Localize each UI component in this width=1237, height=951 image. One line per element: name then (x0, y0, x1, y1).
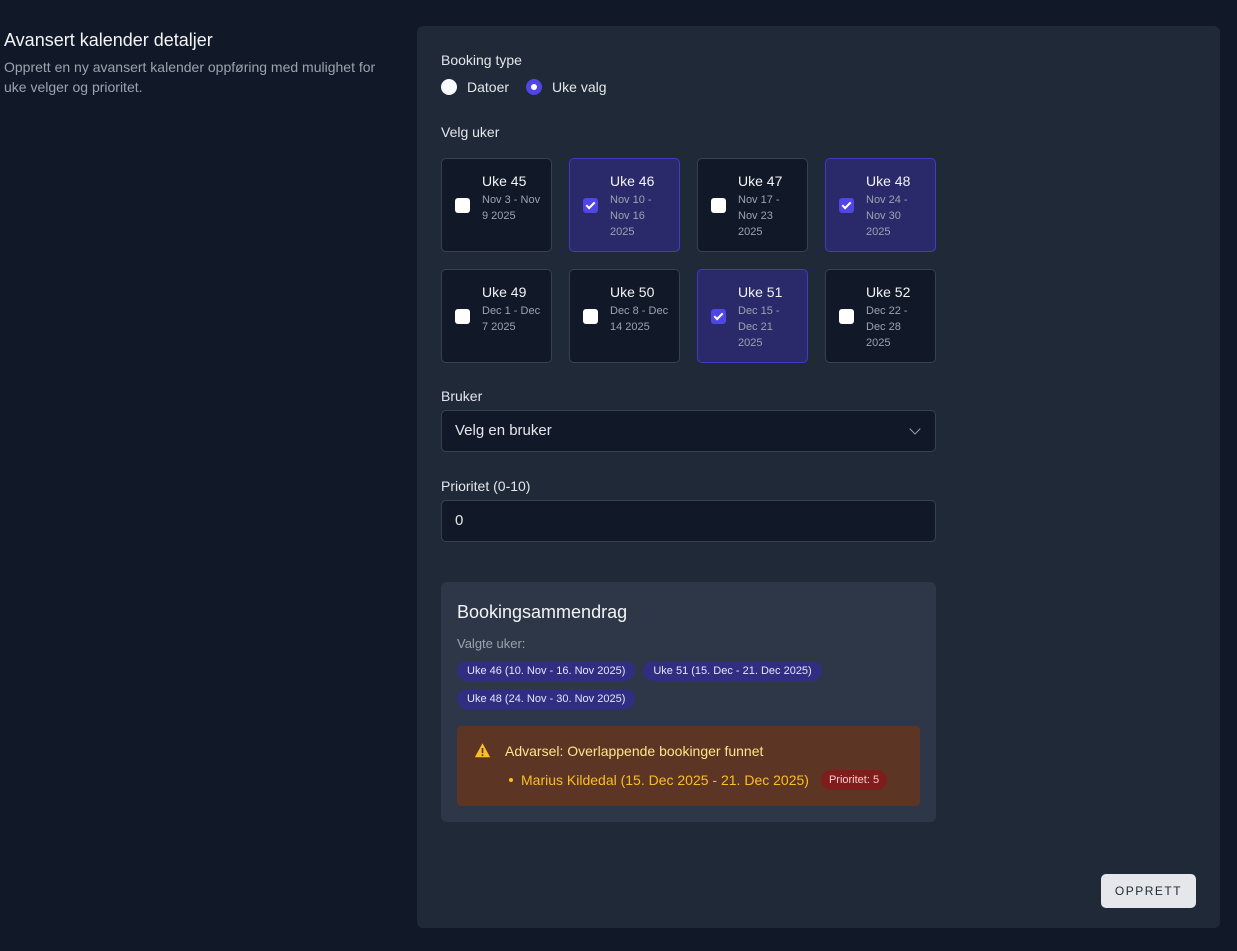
week-checkbox[interactable] (711, 198, 726, 213)
user-select[interactable]: Velg en bruker (441, 410, 936, 452)
page-intro: Avansert kalender detaljer Opprett en ny… (4, 29, 399, 97)
week-title: Uke 51 (738, 284, 783, 300)
week-card-46[interactable]: Uke 46 Nov 10 - Nov 16 2025 (569, 158, 680, 252)
week-range: Nov 3 - Nov 9 2025 (482, 194, 541, 222)
priority-label: Prioritet (0-10) (441, 478, 531, 494)
week-title: Uke 48 (866, 173, 911, 189)
warning-item: Marius Kildedal (15. Dec 2025 - 21. Dec … (509, 770, 888, 790)
week-title: Uke 52 (866, 284, 911, 300)
week-card-47[interactable]: Uke 47 Nov 17 - Nov 23 2025 (697, 158, 808, 252)
week-chip: Uke 51 (15. Dec - 21. Dec 2025) (643, 661, 822, 681)
selected-weeks-chips: Uke 46 (10. Nov - 16. Nov 2025) Uke 51 (… (457, 661, 927, 709)
week-range: Nov 10 - Nov 16 2025 (610, 194, 652, 238)
week-grid: Uke 45 Nov 3 - Nov 9 2025 Uke 46 Nov 10 … (441, 158, 936, 363)
week-range: Nov 24 - Nov 30 2025 (866, 194, 908, 238)
booking-type-radio-group: Datoer Uke valg (441, 79, 607, 95)
priority-input[interactable]: 0 (441, 500, 936, 542)
week-card-51[interactable]: Uke 51 Dec 15 - Dec 21 2025 (697, 269, 808, 363)
week-card-50[interactable]: Uke 50 Dec 8 - Dec 14 2025 (569, 269, 680, 363)
week-checkbox[interactable] (711, 309, 726, 324)
week-checkbox[interactable] (839, 198, 854, 213)
week-title: Uke 49 (482, 284, 527, 300)
week-title: Uke 46 (610, 173, 655, 189)
week-range: Dec 15 - Dec 21 2025 (738, 305, 780, 349)
booking-summary: Bookingsammendrag Valgte uker: Uke 46 (1… (441, 582, 936, 822)
week-checkbox[interactable] (583, 198, 598, 213)
radio-uke-valg-label: Uke valg (552, 79, 607, 95)
radio-uke-valg-indicator[interactable] (526, 79, 543, 95)
user-label: Bruker (441, 388, 483, 404)
user-select-value: Velg en bruker (455, 422, 552, 439)
week-checkbox[interactable] (455, 309, 470, 324)
week-chip: Uke 46 (10. Nov - 16. Nov 2025) (457, 661, 636, 681)
week-checkbox[interactable] (455, 198, 470, 213)
week-card-45[interactable]: Uke 45 Nov 3 - Nov 9 2025 (441, 158, 552, 252)
week-card-52[interactable]: Uke 52 Dec 22 - Dec 28 2025 (825, 269, 936, 363)
warning-item-text: Marius Kildedal (15. Dec 2025 - 21. Dec … (521, 772, 809, 788)
week-card-49[interactable]: Uke 49 Dec 1 - Dec 7 2025 (441, 269, 552, 363)
overlap-warning: Advarsel: Overlappende bookinger funnet … (457, 726, 920, 806)
warning-icon (474, 743, 491, 758)
week-range: Dec 8 - Dec 14 2025 (610, 305, 669, 333)
radio-uke-valg[interactable]: Uke valg (526, 79, 607, 95)
warning-list: Marius Kildedal (15. Dec 2025 - 21. Dec … (509, 770, 888, 790)
week-range: Nov 17 - Nov 23 2025 (738, 194, 780, 238)
page-title: Avansert kalender detaljer (4, 30, 213, 50)
form-card: Booking type Datoer Uke valg Velg uker U… (417, 26, 1220, 928)
chevron-down-icon (909, 423, 921, 435)
bullet-icon (509, 778, 513, 782)
week-range: Dec 22 - Dec 28 2025 (866, 305, 908, 349)
create-button[interactable]: OPPRETT (1101, 874, 1196, 908)
week-title: Uke 45 (482, 173, 527, 189)
week-title: Uke 47 (738, 173, 783, 189)
week-range: Dec 1 - Dec 7 2025 (482, 305, 541, 333)
week-checkbox[interactable] (583, 309, 598, 324)
radio-datoer-label: Datoer (467, 79, 510, 95)
warning-title: Advarsel: Overlappende bookinger funnet (505, 743, 764, 759)
weeks-label: Velg uker (441, 124, 500, 140)
week-checkbox[interactable] (839, 309, 854, 324)
priority-badge: Prioritet: 5 (820, 770, 888, 790)
week-chip: Uke 48 (24. Nov - 30. Nov 2025) (457, 689, 636, 709)
selected-weeks-label: Valgte uker: (457, 636, 526, 651)
radio-datoer-indicator[interactable] (441, 79, 457, 95)
booking-type-label: Booking type (441, 52, 522, 68)
radio-datoer[interactable]: Datoer (441, 79, 509, 95)
page-description: Opprett en ny avansert kalender oppførin… (4, 59, 376, 95)
summary-title: Bookingsammendrag (457, 602, 628, 622)
week-card-48[interactable]: Uke 48 Nov 24 - Nov 30 2025 (825, 158, 936, 252)
week-title: Uke 50 (610, 284, 655, 300)
